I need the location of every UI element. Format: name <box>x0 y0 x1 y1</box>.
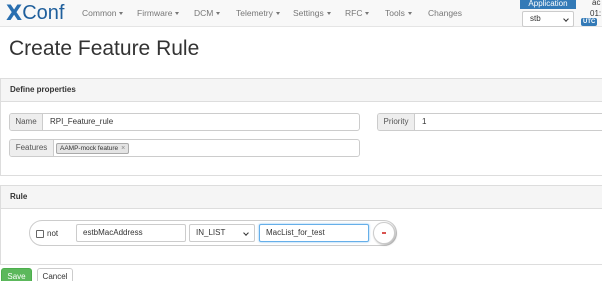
define-properties-heading: Define properties <box>1 79 602 102</box>
not-checkbox[interactable] <box>36 230 44 238</box>
caret-down-icon <box>365 12 370 16</box>
name-label: Name <box>10 114 43 130</box>
rule-operation-select[interactable]: IN_LIST <box>189 224 255 242</box>
priority-label: Priority <box>378 114 415 130</box>
caret-down-icon <box>326 12 331 16</box>
priority-input[interactable]: 1 <box>415 114 602 130</box>
caret-down-icon <box>275 12 280 16</box>
feature-tag: AAMP-mock feature × <box>56 143 130 154</box>
cancel-button[interactable]: Cancel <box>37 268 73 281</box>
minus-icon <box>382 232 386 234</box>
xconf-logo[interactable]: X Conf <box>6 1 64 25</box>
nav-settings[interactable]: Settings <box>293 8 331 18</box>
chevron-down-icon <box>243 230 249 236</box>
rule-value-input[interactable]: MacList_for_test <box>259 224 369 242</box>
logo-text: Conf <box>22 1 65 24</box>
features-multiselect[interactable]: AAMP-mock feature × <box>54 140 359 156</box>
application-select[interactable]: stb <box>522 11 574 27</box>
nav-tools-label: Tools <box>385 8 405 18</box>
application-label: Application <box>520 0 576 9</box>
nav-changes[interactable]: Changes <box>428 8 462 18</box>
nav-rfc[interactable]: RFC <box>345 8 370 18</box>
nav-common-label: Common <box>82 8 117 18</box>
application-selected-value: stb <box>530 14 541 23</box>
top-navbar: X Conf Common Firmware DCM Telemetry Set… <box>0 0 602 27</box>
user-info-line2: 01: <box>590 9 602 18</box>
caret-down-icon <box>407 12 412 16</box>
application-selector: Application stb <box>520 0 576 28</box>
name-input[interactable]: RPI_Feature_rule <box>43 114 359 130</box>
chevron-down-icon <box>563 16 569 22</box>
nav-tools[interactable]: Tools <box>385 8 412 18</box>
nav-changes-label: Changes <box>428 8 463 18</box>
save-button[interactable]: Save <box>1 268 32 281</box>
nav-dcm[interactable]: DCM <box>194 8 221 18</box>
nav-firmware-label: Firmware <box>137 8 173 18</box>
nav-firmware[interactable]: Firmware <box>137 8 180 18</box>
features-input-group: Features AAMP-mock feature × <box>9 139 360 157</box>
nav-telemetry[interactable]: Telemetry <box>236 8 280 18</box>
close-icon[interactable]: × <box>121 145 125 152</box>
name-input-group: Name RPI_Feature_rule <box>9 113 360 131</box>
rule-condition-row: not estbMacAddress IN_LIST MacList_for_t… <box>29 220 397 246</box>
nav-telemetry-label: Telemetry <box>236 8 273 18</box>
nav-common[interactable]: Common <box>82 8 124 18</box>
rule-heading: Rule <box>1 186 602 209</box>
nav-rfc-label: RFC <box>345 8 363 18</box>
nav-dcm-label: DCM <box>194 8 214 18</box>
caret-down-icon <box>216 12 221 16</box>
caret-down-icon <box>119 12 124 16</box>
remove-condition-button[interactable] <box>373 222 395 244</box>
rule-field-input[interactable]: estbMacAddress <box>76 224 186 242</box>
priority-input-group: Priority 1 <box>377 113 602 131</box>
logo-x-mark: X <box>6 1 22 25</box>
not-label: not <box>47 229 59 238</box>
caret-down-icon <box>175 12 180 16</box>
page-title: Create Feature Rule <box>9 37 200 60</box>
features-label: Features <box>10 140 54 156</box>
nav-settings-label: Settings <box>293 8 324 18</box>
user-info-line1: ac <box>592 0 601 7</box>
feature-tag-label: AAMP-mock feature <box>60 145 119 152</box>
rule-operation-value: IN_LIST <box>196 228 226 237</box>
utc-badge: UTC <box>581 18 598 26</box>
